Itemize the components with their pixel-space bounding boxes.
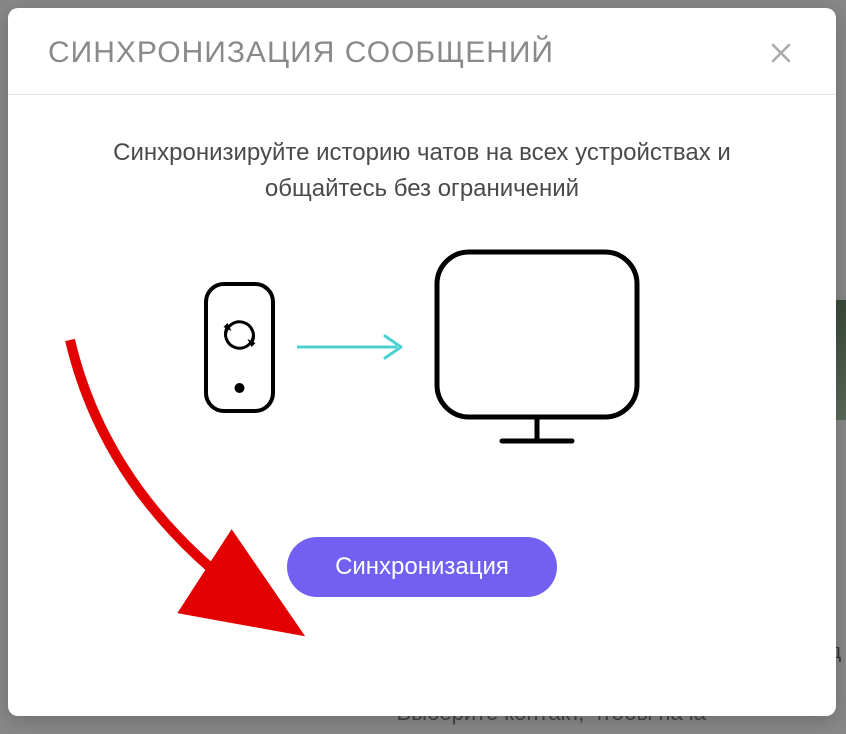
dialog-title: СИНХРОНИЗАЦИЯ СООБЩЕНИЙ xyxy=(48,36,554,70)
background-sidebar-fragment xyxy=(836,300,846,420)
close-icon xyxy=(770,42,792,64)
sync-illustration xyxy=(68,247,776,447)
sync-dialog: СИНХРОНИЗАЦИЯ СООБЩЕНИЙ Синхронизируйте … xyxy=(8,8,836,716)
dialog-description: Синхронизируйте историю чатов на всех ус… xyxy=(68,135,776,207)
dialog-body: Синхронизируйте историю чатов на всех ус… xyxy=(8,95,836,597)
sync-button[interactable]: Синхронизация xyxy=(287,537,557,597)
phone-icon xyxy=(202,280,277,415)
monitor-icon xyxy=(432,247,642,447)
close-button[interactable] xyxy=(766,38,796,68)
transfer-arrow-icon xyxy=(297,332,412,362)
dialog-header: СИНХРОНИЗАЦИЯ СООБЩЕНИЙ xyxy=(8,8,836,95)
